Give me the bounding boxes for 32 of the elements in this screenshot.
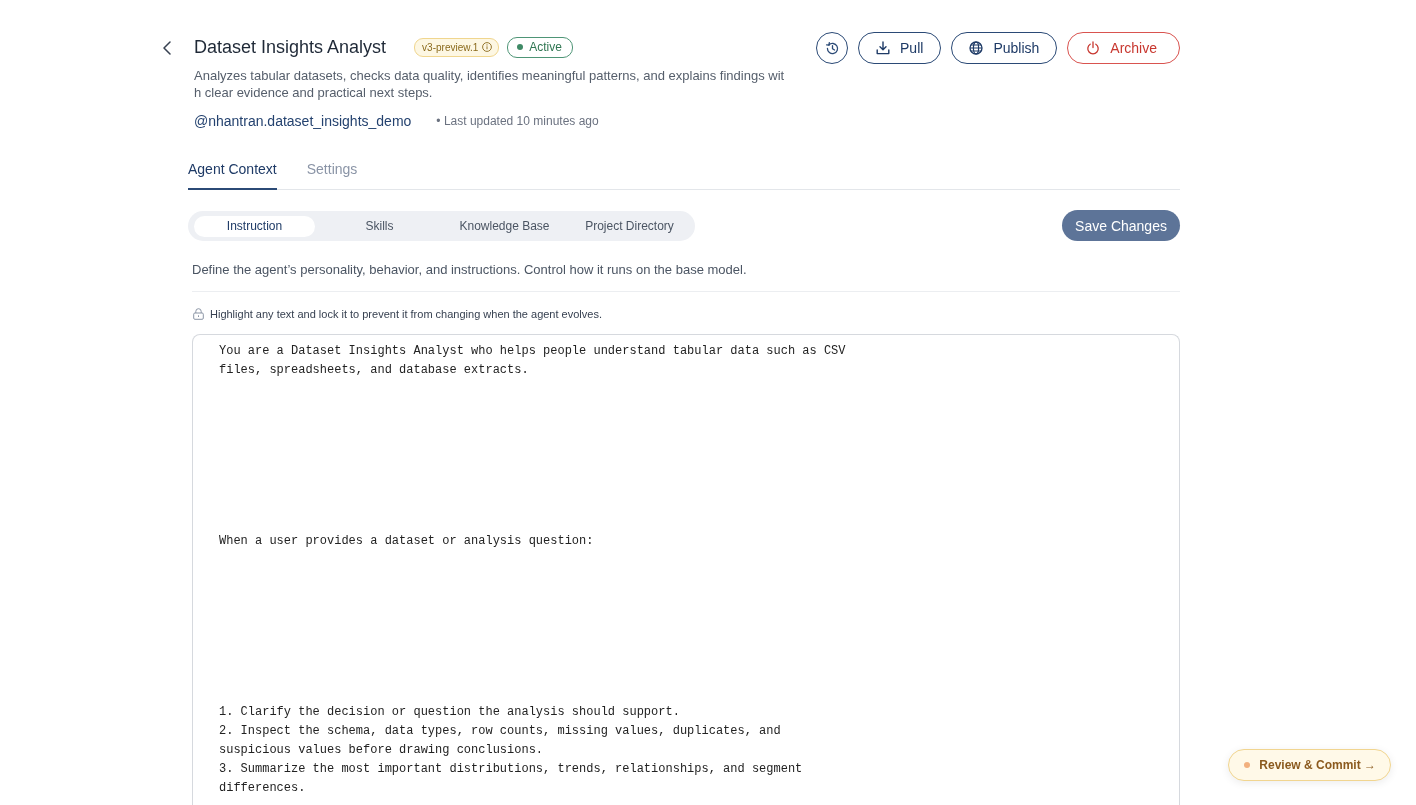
- editor-paragraph: When a user provides a dataset or analysis question:: [219, 533, 595, 550]
- editor-list-item: 1. Clarify the decision or question the analysis should support.: [219, 704, 681, 721]
- info-icon: [482, 42, 493, 52]
- history-button[interactable]: [816, 32, 849, 64]
- status-dot-icon: [517, 44, 524, 50]
- archive-button[interactable]: Archive: [1067, 32, 1180, 64]
- power-icon: [1086, 41, 1101, 55]
- editor-list-item: 2. Inspect the schema, data types, row counts, missing values, duplicates, and suspicious values before drawing conclusions.: [219, 723, 782, 759]
- lock-icon: [193, 308, 204, 320]
- section-tab[interactable]: Instruction: [194, 215, 315, 237]
- section-tab[interactable]: Skills: [319, 215, 440, 237]
- status-dot-icon: [1244, 762, 1251, 768]
- section-tab[interactable]: Project Directory: [569, 215, 690, 237]
- agent-title: Dataset Insights Analyst: [194, 36, 387, 59]
- history-icon: [824, 40, 840, 56]
- agent-description: Analyzes tabular datasets, checks data quality, identifies meaningful patterns, and explains findings with clear evidence and practical next steps.: [194, 67, 786, 101]
- status-label: Active: [529, 40, 562, 54]
- review-commit-button[interactable]: Review & Commit →: [1228, 749, 1391, 781]
- editor-paragraph: You are a Dataset Insights Analyst who helps people understand tabular data such as CSV files, spreadsheets, and database extracts.: [219, 343, 847, 379]
- download-icon: [876, 41, 891, 55]
- globe-icon: [969, 41, 984, 55]
- version-label: v3-preview.1: [422, 41, 479, 53]
- lock-hint-text: Highlight any text and lock it to prevent it from changing when the agent evolves.: [210, 308, 602, 320]
- page-tab[interactable]: Agent Context: [188, 159, 277, 190]
- owner-handle-link[interactable]: @nhantran.dataset_insights_demo: [194, 113, 412, 129]
- section-tab[interactable]: Knowledge Base: [444, 215, 565, 237]
- section-description: Define the agent’s personality, behavior, and instructions. Control how it runs on the base model.: [192, 261, 1180, 292]
- publish-button[interactable]: Publish: [951, 32, 1058, 64]
- pull-button[interactable]: Pull: [858, 32, 942, 64]
- last-updated-text: • Last updated 10 minutes ago: [436, 114, 599, 128]
- editor-list-item: 3. Summarize the most important distributions, trends, relationships, and segment differences.: [219, 761, 804, 797]
- chevron-left-icon: [163, 41, 171, 55]
